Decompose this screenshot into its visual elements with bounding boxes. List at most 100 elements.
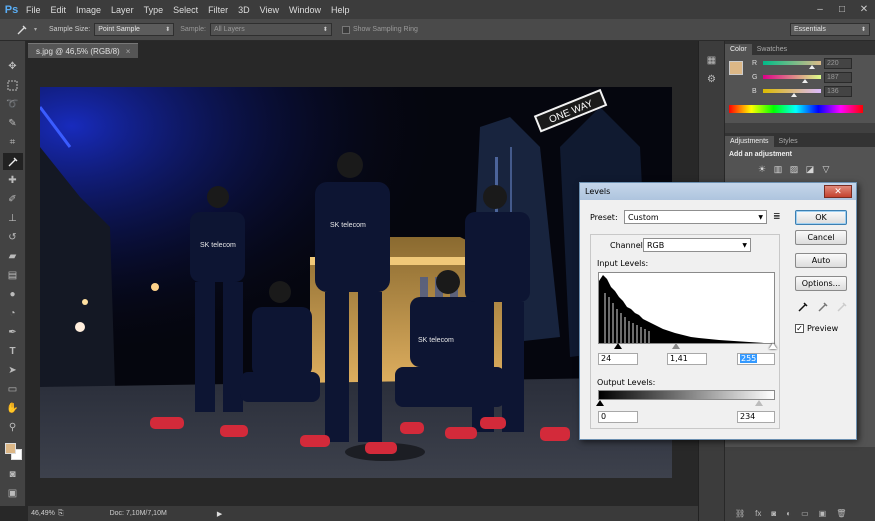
chevron-down-icon[interactable]: ▾ — [34, 26, 37, 33]
menu-help[interactable]: Help — [326, 5, 355, 15]
new-layer-icon[interactable]: ▣ — [819, 509, 827, 518]
fx-icon[interactable]: fx — [755, 509, 761, 518]
quick-selection-tool-icon[interactable]: ✎ — [3, 115, 23, 132]
clone-stamp-tool-icon[interactable]: ⊥ — [3, 210, 23, 227]
screen-mode-icon[interactable]: ▣ — [3, 485, 23, 502]
crop-tool-icon[interactable]: ⌗ — [3, 134, 23, 151]
menu-image[interactable]: Image — [71, 5, 106, 15]
levels-icon[interactable]: ▥ — [771, 162, 785, 176]
zoom-level[interactable]: 46,49% — [28, 510, 58, 517]
input-gamma-slider[interactable] — [672, 343, 680, 349]
tab-color[interactable]: Color — [725, 44, 752, 55]
close-window-button[interactable]: ✕ — [853, 0, 875, 19]
color-spectrum-ramp[interactable] — [729, 105, 863, 113]
blue-channel-knob[interactable] — [791, 93, 797, 97]
rectangle-tool-icon[interactable]: ▭ — [3, 381, 23, 398]
tab-adjustments[interactable]: Adjustments — [725, 136, 774, 147]
input-gamma-field[interactable]: 1,41 — [667, 353, 707, 365]
eyedropper-tool-icon[interactable] — [2, 153, 23, 170]
input-black-field[interactable]: 24 — [598, 353, 638, 365]
ok-button[interactable]: OK — [795, 210, 847, 225]
red-channel-slider[interactable]: R 220 — [725, 57, 875, 71]
input-black-point-slider[interactable] — [614, 343, 622, 349]
show-sampling-ring-checkbox[interactable] — [341, 25, 350, 34]
trash-icon[interactable]: 🗑 — [836, 509, 846, 518]
pen-tool-icon[interactable]: ✒ — [3, 324, 23, 341]
menu-filter[interactable]: Filter — [203, 5, 233, 15]
output-black-field[interactable]: 0 — [598, 411, 638, 423]
path-selection-tool-icon[interactable]: ➤ — [3, 362, 23, 379]
folder-icon[interactable]: ▭ — [801, 509, 809, 518]
properties-panel-icon[interactable]: ⚙ — [702, 71, 722, 88]
healing-brush-tool-icon[interactable]: ✚ — [3, 172, 23, 189]
preset-select[interactable]: Custom ▼ — [624, 210, 767, 224]
blue-channel-slider[interactable]: B 136 — [725, 85, 875, 99]
tab-swatches[interactable]: Swatches — [752, 44, 792, 55]
channel-select[interactable]: RGB ▼ — [643, 238, 751, 252]
eraser-tool-icon[interactable]: ▰ — [3, 248, 23, 265]
menu-window[interactable]: Window — [284, 5, 326, 15]
workspace-select[interactable]: Essentials ⬍ — [790, 23, 870, 36]
green-channel-slider[interactable]: G 187 — [725, 71, 875, 85]
exposure-icon[interactable]: ◪ — [803, 162, 817, 176]
curves-icon[interactable]: ▨ — [787, 162, 801, 176]
menu-type[interactable]: Type — [139, 5, 169, 15]
red-channel-value[interactable]: 220 — [824, 58, 852, 69]
preview-checkbox[interactable]: ✓ — [795, 324, 804, 333]
dodge-tool-icon[interactable]: ◔ — [3, 305, 23, 322]
input-white-point-slider[interactable] — [769, 343, 777, 349]
maximize-button[interactable]: □ — [831, 0, 853, 19]
levels-titlebar[interactable]: Levels — [580, 183, 856, 200]
menu-edit[interactable]: Edit — [46, 5, 72, 15]
brightness-contrast-icon[interactable]: ☀ — [755, 162, 769, 176]
eyedropper-tool-preset-icon[interactable] — [12, 21, 32, 38]
green-channel-track[interactable] — [763, 75, 821, 79]
preset-options-icon[interactable]: ≣ — [773, 212, 781, 222]
tab-styles[interactable]: Styles — [774, 136, 803, 147]
zoom-tool-icon[interactable]: ⚲ — [3, 419, 23, 436]
history-brush-tool-icon[interactable]: ↺ — [3, 229, 23, 246]
vibrance-icon[interactable]: ▽ — [819, 162, 833, 176]
sample-select[interactable]: All Layers ⬍ — [209, 23, 332, 36]
green-channel-knob[interactable] — [802, 79, 808, 83]
menu-layer[interactable]: Layer — [106, 5, 139, 15]
auto-button[interactable]: Auto — [795, 253, 847, 268]
close-icon[interactable]: × — [126, 47, 131, 56]
options-button[interactable]: Options... — [795, 276, 847, 291]
output-white-field[interactable]: 234 — [737, 411, 775, 423]
mask-icon[interactable]: ◙ — [771, 509, 776, 518]
brush-tool-icon[interactable]: ✐ — [3, 191, 23, 208]
type-tool-icon[interactable]: T — [3, 343, 23, 360]
export-icon[interactable]: ⎘ — [58, 510, 64, 518]
gradient-tool-icon[interactable]: ▤ — [3, 267, 23, 284]
marquee-tool-icon[interactable] — [3, 77, 23, 94]
green-channel-value[interactable]: 187 — [824, 72, 852, 83]
lasso-tool-icon[interactable]: ➰ — [3, 96, 23, 113]
sample-size-select[interactable]: Point Sample ⬍ — [94, 23, 175, 36]
blur-tool-icon[interactable]: ● — [3, 286, 23, 303]
link-layers-icon[interactable]: ⛓ — [735, 509, 745, 518]
move-tool-icon[interactable]: ✥ — [3, 58, 23, 75]
output-white-slider[interactable] — [755, 400, 763, 406]
document-photo[interactable]: ONE WAY SK telecom SK telecom SK telecom — [40, 87, 672, 478]
close-button[interactable]: ✕ — [824, 185, 852, 198]
black-eyedropper-icon[interactable] — [797, 301, 809, 313]
menu-view[interactable]: View — [255, 5, 284, 15]
cancel-button[interactable]: Cancel — [795, 230, 847, 245]
history-panel-icon[interactable]: ▦ — [702, 52, 722, 69]
minimize-button[interactable]: – — [809, 0, 831, 19]
menu-select[interactable]: Select — [168, 5, 203, 15]
status-menu-arrow-icon[interactable]: ▶ — [217, 510, 222, 518]
quick-mask-icon[interactable]: ◙ — [3, 466, 23, 483]
gray-eyedropper-icon[interactable] — [817, 301, 829, 313]
foreground-color-swatch[interactable] — [4, 443, 16, 454]
menu-3d[interactable]: 3D — [233, 5, 255, 15]
red-channel-knob[interactable] — [809, 65, 815, 69]
white-eyedropper-icon[interactable] — [836, 301, 848, 313]
adjustment-layer-icon[interactable]: ◐ — [786, 509, 791, 518]
blue-channel-value[interactable]: 136 — [824, 86, 852, 97]
output-black-slider[interactable] — [596, 400, 604, 406]
input-white-field[interactable]: 255 — [737, 353, 775, 365]
hand-tool-icon[interactable]: ✋ — [3, 400, 23, 417]
document-tab[interactable]: s.jpg @ 46,5% (RGB/8) × — [28, 43, 139, 58]
